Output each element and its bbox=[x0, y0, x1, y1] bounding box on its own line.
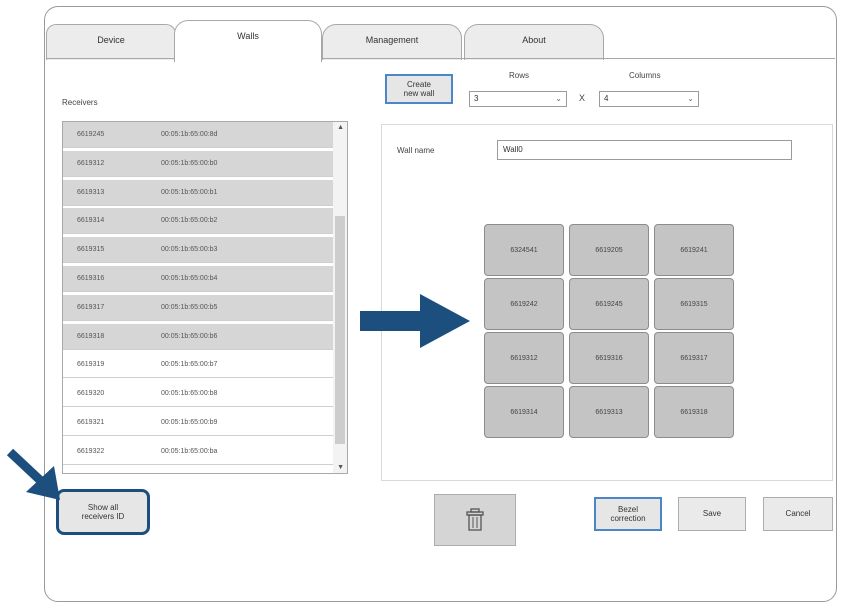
create-new-wall-button[interactable]: Create new wall bbox=[385, 74, 453, 104]
receiver-id: 6619317 bbox=[77, 303, 105, 311]
receiver-id: 6619313 bbox=[77, 188, 105, 196]
tab-label: Management bbox=[365, 35, 419, 45]
table-row[interactable]: 6619314 00:05:1b:65:00:b2 bbox=[63, 208, 333, 235]
receiver-id: 6619319 bbox=[77, 361, 105, 369]
receiver-mac: 00:05:1b:65:00:b2 bbox=[161, 217, 218, 225]
scroll-thumb[interactable] bbox=[335, 216, 345, 444]
cancel-button[interactable]: Cancel bbox=[763, 497, 833, 531]
tab-device[interactable]: Device bbox=[46, 24, 176, 60]
wall-cell[interactable]: 6619312 bbox=[484, 332, 564, 384]
wall-cell[interactable]: 6619242 bbox=[484, 278, 564, 330]
receivers-list[interactable]: 6619245 00:05:1b:65:00:8d 6619312 00:05:1b:… bbox=[62, 121, 348, 474]
receiver-mac: 00:05:1b:65:00:b7 bbox=[161, 361, 218, 369]
bezel-label: Bezel correction bbox=[610, 504, 646, 523]
right-arrow-icon bbox=[360, 294, 470, 348]
receiver-mac: 00:05:1b:65:00:b5 bbox=[161, 303, 218, 311]
tab-about[interactable]: About bbox=[464, 24, 604, 60]
table-row[interactable]: 6619312 00:05:1b:65:00:b0 bbox=[63, 150, 333, 177]
rows-select[interactable]: 3 ⌄ bbox=[469, 91, 567, 107]
receiver-mac: 00:05:1b:65:00:b6 bbox=[161, 332, 218, 340]
table-row[interactable]: 6619313 00:05:1b:65:00:b1 bbox=[63, 179, 333, 206]
table-row[interactable]: 6619320 00:05:1b:65:00:b8 bbox=[63, 381, 333, 408]
delete-wall-button[interactable] bbox=[434, 494, 516, 546]
table-row[interactable]: 6619322 00:05:1b:65:00:ba bbox=[63, 439, 333, 465]
receiver-id: 6619245 bbox=[77, 131, 105, 138]
chevron-down-icon: ⌄ bbox=[687, 94, 694, 103]
table-row[interactable]: 6619315 00:05:1b:65:00:b3 bbox=[63, 237, 333, 264]
receiver-id: 6619322 bbox=[77, 447, 105, 455]
tab-management[interactable]: Management bbox=[322, 24, 462, 60]
chevron-down-icon: ⌄ bbox=[555, 94, 562, 103]
receiver-mac: 00:05:1b:65:00:b4 bbox=[161, 275, 218, 282]
diagonal-arrow-icon bbox=[6, 448, 60, 500]
show-all-label: Show all receivers ID bbox=[81, 502, 125, 521]
table-row[interactable]: 6619245 00:05:1b:65:00:8d bbox=[63, 122, 333, 148]
columns-value: 4 bbox=[604, 94, 609, 103]
tab-divider bbox=[46, 58, 835, 59]
wall-cell[interactable]: 6619314 bbox=[484, 386, 564, 438]
show-all-receivers-button[interactable]: Show all receivers ID bbox=[56, 489, 150, 535]
receiver-mac: 00:05:1b:65:00:b0 bbox=[161, 159, 218, 167]
wall-cell[interactable]: 6324541 bbox=[484, 224, 564, 276]
scroll-up-icon[interactable]: ▲ bbox=[337, 124, 344, 131]
wall-cell[interactable]: 6619315 bbox=[654, 278, 734, 330]
receiver-mac: 00:05:1b:65:00:b8 bbox=[161, 390, 218, 398]
table-row[interactable]: 6619318 00:05:1b:65:00:b6 bbox=[63, 323, 333, 350]
receiver-id: 6619316 bbox=[77, 275, 105, 282]
receivers-title: Receivers bbox=[62, 98, 98, 107]
columns-label: Columns bbox=[629, 71, 661, 80]
tab-label: Walls bbox=[237, 31, 259, 41]
receiver-mac: 00:05:1b:65:00:b3 bbox=[161, 246, 218, 254]
list-scrollbar[interactable]: ▲ ▼ bbox=[333, 122, 347, 473]
tab-label: About bbox=[522, 35, 546, 45]
wall-cell[interactable]: 6619317 bbox=[654, 332, 734, 384]
wall-cell[interactable]: 6619313 bbox=[569, 386, 649, 438]
table-row[interactable]: 6619317 00:05:1b:65:00:b5 bbox=[63, 294, 333, 321]
save-button[interactable]: Save bbox=[678, 497, 746, 531]
receiver-id: 6619318 bbox=[77, 332, 105, 340]
wall-cell[interactable]: 6619205 bbox=[569, 224, 649, 276]
receiver-id: 6619314 bbox=[77, 217, 105, 225]
receiver-id: 6619315 bbox=[77, 246, 105, 254]
bezel-correction-button[interactable]: Bezel correction bbox=[594, 497, 662, 531]
columns-select[interactable]: 4 ⌄ bbox=[599, 91, 699, 107]
scroll-down-icon[interactable]: ▼ bbox=[337, 464, 344, 471]
receiver-mac: 00:05:1b:65:00:8d bbox=[161, 131, 218, 138]
wall-cell[interactable]: 6619241 bbox=[654, 224, 734, 276]
wall-cell[interactable]: 6619316 bbox=[569, 332, 649, 384]
table-row[interactable]: 6619316 00:05:1b:65:00:b4 bbox=[63, 266, 333, 292]
create-wall-label: Create new wall bbox=[403, 79, 435, 98]
trash-icon bbox=[466, 508, 484, 531]
rows-label: Rows bbox=[509, 71, 530, 80]
save-label: Save bbox=[702, 509, 722, 519]
table-row[interactable]: 6619319 00:05:1b:65:00:b7 bbox=[63, 352, 333, 379]
cancel-label: Cancel bbox=[785, 509, 811, 519]
rows-value: 3 bbox=[474, 94, 479, 103]
receiver-id: 6619312 bbox=[77, 159, 105, 167]
table-row[interactable]: 6619321 00:05:1b:65:00:b9 bbox=[63, 410, 333, 436]
tab-bar: Device Walls Management About bbox=[44, 18, 844, 62]
wall-name-label: Wall name bbox=[397, 146, 435, 155]
wall-name-input[interactable]: Wall0 bbox=[497, 140, 792, 160]
receiver-mac: 00:05:1b:65:00:ba bbox=[161, 447, 218, 455]
tab-walls[interactable]: Walls bbox=[174, 20, 322, 62]
receiver-mac: 00:05:1b:65:00:b1 bbox=[161, 188, 218, 196]
wall-cell[interactable]: 6619318 bbox=[654, 386, 734, 438]
receiver-id: 6619320 bbox=[77, 390, 105, 398]
tab-label: Device bbox=[97, 35, 125, 45]
receiver-mac: 00:05:1b:65:00:b9 bbox=[161, 419, 218, 426]
receiver-id: 6619321 bbox=[77, 419, 105, 426]
times-symbol: X bbox=[579, 93, 586, 103]
wall-cell[interactable]: 6619245 bbox=[569, 278, 649, 330]
